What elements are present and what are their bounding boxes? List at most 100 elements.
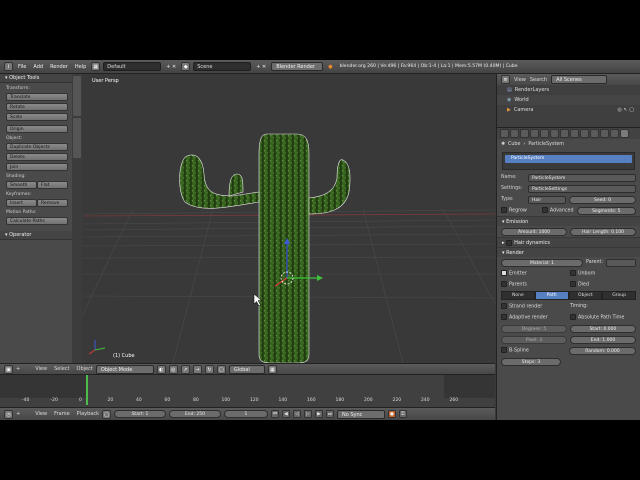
settings-field[interactable]: ParticleSettings [528,184,636,193]
props-tab[interactable] [520,129,529,138]
emitter-checkbox[interactable]: Emitter [501,270,567,277]
degrees-field[interactable]: Degrees: 5 [501,324,567,333]
props-tab[interactable] [570,129,579,138]
operator-header[interactable]: ▾ Operator [0,231,81,240]
hair-dynamics-header[interactable]: ▸ Hair dynamics [497,237,640,247]
unborn-checkbox[interactable]: Unborn [570,270,636,277]
strand-render-checkbox[interactable]: Strand render [501,303,567,310]
props-tab[interactable] [550,129,559,138]
object-tools-header[interactable]: ▾ Object Tools [0,74,81,83]
emission-header[interactable]: ▾ Emission [497,216,640,226]
advanced-checkbox[interactable]: Advanced [541,207,574,214]
props-tab[interactable] [580,129,589,138]
join-button[interactable]: Join [6,163,68,171]
hair-length-field[interactable]: Hair Length: 0.100 [570,227,636,236]
remove-keyframe-button[interactable]: Remove [37,199,68,207]
material-field[interactable]: Material: 1 [501,258,584,267]
scale-manipulator-icon[interactable]: ▢ [216,364,226,374]
rotate-button[interactable]: Rotate [6,103,68,111]
duplicate-objects-button[interactable]: Duplicate Objects [6,143,68,151]
calculate-paths-button[interactable]: Calculate Paths [6,217,68,225]
render-type-path[interactable]: Path [534,291,569,300]
timeline-menu-playback[interactable]: Playback [77,411,99,417]
adaptive-render-checkbox[interactable]: Adaptive render [501,314,567,321]
props-tab[interactable] [600,129,609,138]
menu-render[interactable]: Render [48,64,70,70]
visibility-eye-icon[interactable]: ◎ ↖ ▢ [618,105,634,115]
keying-set-icon[interactable]: ⚿ [398,410,407,418]
particle-system-slot[interactable]: ParticleSystem [505,155,632,163]
pivot-icon[interactable]: ◎ [168,364,178,374]
tool-tab[interactable] [73,118,81,158]
particles-tab[interactable] [620,129,629,138]
timeline-menu-view[interactable]: View [35,411,47,417]
scale-button[interactable]: Scale [6,113,68,121]
next-key-icon[interactable]: ▶ [314,410,323,418]
sync-select[interactable]: No Sync [336,409,385,419]
play-icon[interactable]: ▷ [303,410,312,418]
timing-end-field[interactable]: End: 1.000 [570,335,636,344]
render-header[interactable]: ▾ Render [497,247,640,257]
viewport-editor-icon[interactable]: ▣ [4,364,13,374]
manipulator-icon[interactable]: ↗ [180,364,190,374]
scene-field[interactable]: Scene [193,62,252,71]
timeline-menu-frame[interactable]: Frame [54,411,70,417]
insert-keyframe-button[interactable]: Insert [6,199,37,207]
menu-add[interactable]: Add [31,64,45,70]
name-field[interactable]: ParticleSystem [528,173,636,182]
died-checkbox[interactable]: Died [570,281,636,288]
render-type-none[interactable]: None [501,291,535,300]
bspline-checkbox[interactable]: B-Spline [501,347,566,354]
tool-tab[interactable] [73,76,81,116]
pixel-field[interactable]: Pixel: 3 [501,335,567,344]
menu-file[interactable]: File [16,64,28,70]
props-tab[interactable] [510,129,519,138]
seed-field[interactable]: Seed: 0 [569,195,636,204]
end-frame-field[interactable]: End: 250 [168,410,221,418]
outliner-filter-select[interactable]: All Scenes [551,75,608,84]
layers-icon[interactable]: ▦ [267,364,277,374]
render-engine-select[interactable]: Blender Render [271,62,324,71]
3d-viewport[interactable]: User Persp (1) Cube [83,74,495,363]
particle-system-list[interactable]: ParticleSystem [502,152,635,170]
outliner-menu-search[interactable]: Search [530,77,547,83]
steps-field[interactable]: Steps: 3 [501,357,561,366]
segments-field[interactable]: Segments: 5 [576,206,636,215]
rotate-manipulator-icon[interactable]: ↻ [204,364,214,374]
props-tab[interactable] [610,129,619,138]
outliner-row[interactable]: ▶ Camera ◎ ↖ ▢ [497,105,640,115]
timing-start-field[interactable]: Start: 0.000 [570,324,636,333]
amount-field[interactable]: Amount: 1000 [501,227,567,236]
transform-orientation-select[interactable]: Global [228,364,265,374]
regrow-checkbox[interactable]: Regrow [501,207,527,214]
timeline-expand-icon[interactable]: + [16,411,20,417]
viewport-menu-select[interactable]: Select [54,366,69,372]
parent-field[interactable] [606,258,636,267]
props-tab[interactable] [560,129,569,138]
random-field[interactable]: Random: 0.000 [569,346,636,355]
viewport-menu-view[interactable]: View [35,366,47,372]
timeline-editor[interactable]: -40 -20 0 20 40 60 80 100 120 140 160 180 200 220 240 2… [0,374,495,407]
props-tab[interactable] [500,129,509,138]
mode-select[interactable]: Object Mode [95,364,154,374]
record-icon[interactable]: ● [387,410,396,418]
layout-add-icon[interactable]: + ✕ [164,64,178,70]
jump-end-icon[interactable]: ⏭ [325,410,334,418]
translate-manipulator-icon[interactable]: → [192,364,202,374]
props-tab[interactable] [590,129,599,138]
type-select[interactable]: Hair [528,195,566,204]
props-tab[interactable] [540,129,549,138]
outliner-row[interactable]: ▤ RenderLayers [497,85,640,95]
outliner-type-icon[interactable]: ≡ [501,75,510,84]
scene-icon[interactable]: ◆ [181,62,191,71]
props-tab[interactable] [530,129,539,138]
menu-help[interactable]: Help [73,64,88,70]
layout-field[interactable]: Default [103,62,162,71]
timeline-editor-icon[interactable]: ◷ [4,409,13,419]
preview-range-icon[interactable]: ▢ [101,409,111,419]
delete-button[interactable]: Delete [6,153,68,161]
outliner-menu-view[interactable]: View [514,77,526,83]
render-type-object[interactable]: Object [568,291,603,300]
jump-start-icon[interactable]: ⏮ [270,410,279,418]
scene-add-icon[interactable]: + ✕ [254,64,268,70]
